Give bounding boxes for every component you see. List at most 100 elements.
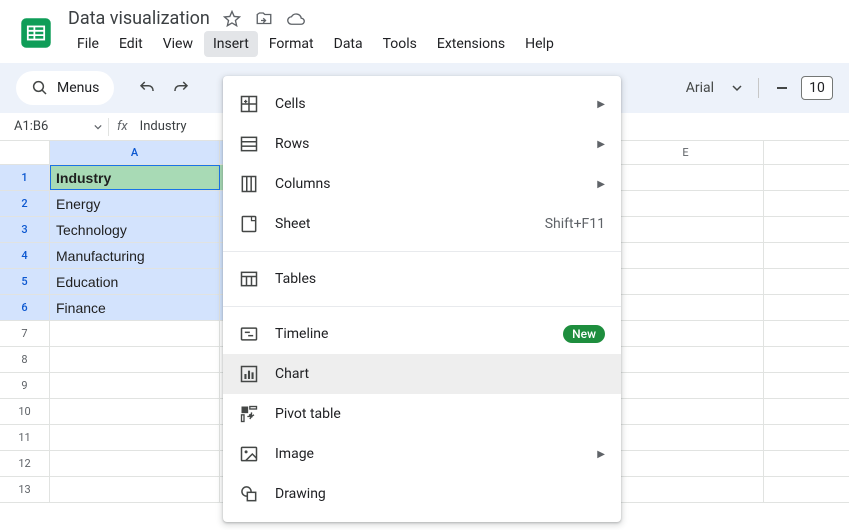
tables-icon (239, 269, 259, 289)
cell[interactable] (608, 425, 764, 450)
star-icon[interactable] (222, 9, 242, 29)
row-header[interactable]: 9 (0, 373, 50, 398)
cell[interactable] (50, 425, 220, 450)
menu-data[interactable]: Data (325, 31, 372, 57)
move-icon[interactable] (254, 9, 274, 29)
cell[interactable] (50, 321, 220, 346)
name-box[interactable]: A1:B6 (8, 117, 108, 136)
formula-bar-input[interactable]: Industry (136, 119, 187, 134)
timeline-icon (239, 324, 259, 344)
cell[interactable]: Industry (50, 165, 220, 190)
row-header[interactable]: 12 (0, 451, 50, 476)
row-header[interactable]: 5 (0, 269, 50, 294)
insert-menu-drawing[interactable]: Drawing (223, 474, 621, 514)
select-all-corner[interactable] (0, 141, 50, 164)
menu-tools[interactable]: Tools (374, 31, 426, 57)
menu-file[interactable]: File (68, 31, 108, 57)
cell[interactable] (50, 477, 220, 502)
menus-search-label: Menus (57, 80, 99, 96)
columns-icon (239, 174, 259, 194)
document-title[interactable]: Data visualization (68, 8, 210, 29)
insert-menu-columns[interactable]: Columns ▶ (223, 164, 621, 204)
redo-button[interactable] (166, 73, 196, 103)
cell[interactable] (608, 347, 764, 372)
sheets-logo[interactable] (16, 13, 56, 53)
cell[interactable] (608, 373, 764, 398)
cell[interactable] (608, 451, 764, 476)
row-header[interactable]: 3 (0, 217, 50, 242)
cell[interactable]: Technology (50, 217, 220, 242)
menu-edit[interactable]: Edit (110, 31, 152, 57)
insert-menu-pivot-table[interactable]: Pivot table (223, 394, 621, 434)
font-size-input[interactable]: 10 (801, 76, 833, 100)
new-badge: New (563, 325, 605, 343)
menu-help[interactable]: Help (516, 31, 563, 57)
insert-menu-tables[interactable]: Tables (223, 259, 621, 299)
menu-item-label: Image (275, 446, 581, 462)
menu-item-label: Columns (275, 176, 581, 192)
cell[interactable] (608, 321, 764, 346)
cell[interactable] (50, 399, 220, 424)
row-header[interactable]: 1 (0, 165, 50, 190)
undo-button[interactable] (132, 73, 162, 103)
row-header[interactable]: 10 (0, 399, 50, 424)
chevron-right-icon: ▶ (597, 139, 605, 150)
insert-menu-timeline[interactable]: Timeline New (223, 314, 621, 354)
menu-item-label: Drawing (275, 486, 605, 502)
row-header[interactable]: 13 (0, 477, 50, 502)
menu-item-label: Pivot table (275, 406, 605, 422)
font-name-label: Arial (686, 80, 714, 96)
pivot-icon (239, 404, 259, 424)
column-header-e[interactable]: E (608, 141, 764, 164)
row-header[interactable]: 7 (0, 321, 50, 346)
menu-item-label: Chart (275, 366, 605, 382)
cells-icon (239, 94, 259, 114)
menu-view[interactable]: View (154, 31, 202, 57)
cell[interactable] (608, 477, 764, 502)
cell[interactable]: Energy (50, 191, 220, 216)
row-header[interactable]: 11 (0, 425, 50, 450)
font-family-select[interactable]: Arial (678, 76, 750, 100)
menu-item-label: Timeline (275, 326, 547, 342)
cell[interactable] (50, 373, 220, 398)
row-header[interactable]: 6 (0, 295, 50, 320)
cell[interactable] (608, 191, 764, 216)
insert-menu-sheet[interactable]: SheetShift+F11 (223, 204, 621, 244)
decrease-font-size-button[interactable] (767, 73, 797, 103)
cell[interactable] (50, 347, 220, 372)
menu-extensions[interactable]: Extensions (428, 31, 514, 57)
chart-icon (239, 364, 259, 384)
menu-item-label: Tables (275, 271, 605, 287)
cell[interactable] (608, 269, 764, 294)
cell[interactable] (608, 295, 764, 320)
cell[interactable] (608, 243, 764, 268)
cell[interactable] (608, 399, 764, 424)
insert-menu-chart[interactable]: Chart (223, 354, 621, 394)
cell[interactable]: Education (50, 269, 220, 294)
menu-item-label: Rows (275, 136, 581, 152)
cell[interactable]: Finance (50, 295, 220, 320)
fx-icon: fx (109, 119, 136, 134)
cell[interactable] (608, 217, 764, 242)
cell[interactable]: Manufacturing (50, 243, 220, 268)
chevron-right-icon: ▶ (597, 179, 605, 190)
insert-menu-cells[interactable]: Cells▶ (223, 84, 621, 124)
row-header[interactable]: 8 (0, 347, 50, 372)
row-header[interactable]: 4 (0, 243, 50, 268)
cloud-status-icon[interactable] (286, 9, 306, 29)
image-icon (239, 444, 259, 464)
insert-menu-dropdown: Cells▶ Rows ▶ Columns ▶ SheetShift+F11 Tables T… (223, 76, 621, 522)
row-header[interactable]: 2 (0, 191, 50, 216)
chevron-right-icon: ▶ (597, 99, 605, 110)
drawing-icon (239, 484, 259, 504)
menu-insert[interactable]: Insert (204, 31, 258, 57)
menus-search-button[interactable]: Menus (16, 71, 114, 105)
insert-menu-image[interactable]: Image▶ (223, 434, 621, 474)
cell[interactable] (608, 165, 764, 190)
insert-menu-rows[interactable]: Rows ▶ (223, 124, 621, 164)
cell[interactable] (50, 451, 220, 476)
menu-format[interactable]: Format (260, 31, 323, 57)
rows-icon (239, 134, 259, 154)
menu-item-label: Sheet (275, 216, 529, 232)
column-header-a[interactable]: A (50, 141, 220, 164)
